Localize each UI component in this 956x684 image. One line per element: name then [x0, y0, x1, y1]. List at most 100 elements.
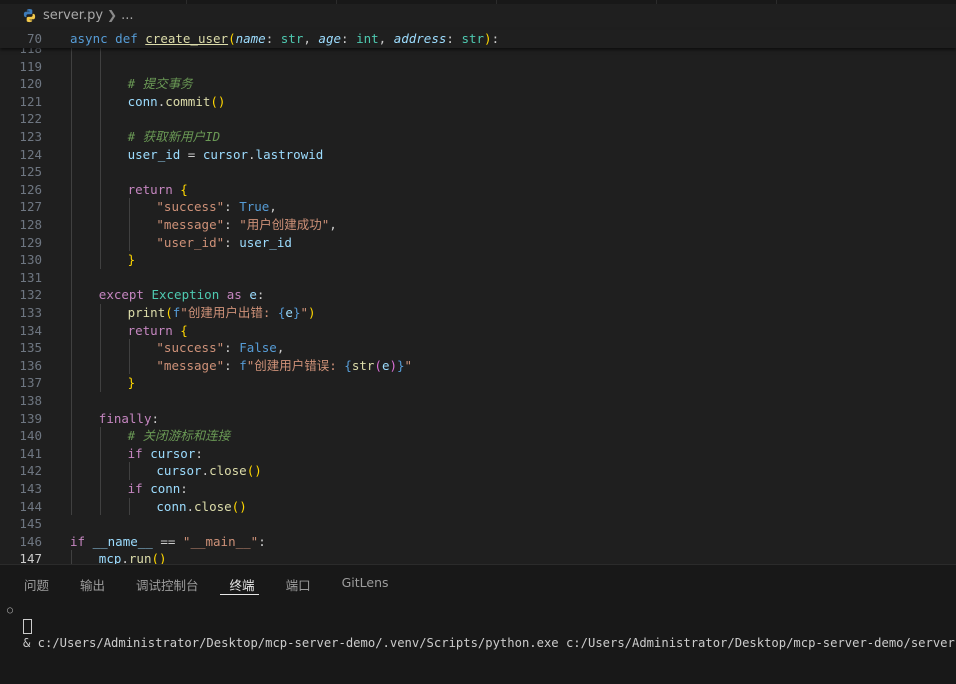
chevron-right-icon: ❯	[107, 8, 118, 22]
line-number: 145	[19, 516, 42, 532]
indent-guide	[99, 128, 101, 146]
code-line[interactable]: 129 "user_id": user_id	[0, 233, 956, 252]
code-text: if conn:	[127, 481, 188, 496]
indent-guide	[128, 339, 130, 357]
indent-guide	[71, 163, 72, 181]
code-line[interactable]: 121 conn.commit()	[0, 92, 956, 111]
panel-tab[interactable]: 终端	[219, 573, 259, 595]
line-number: 129	[19, 234, 42, 250]
indent-guide	[71, 110, 72, 128]
indent-guide	[71, 550, 72, 564]
line-number: 134	[19, 322, 42, 338]
panel-tab[interactable]: 问题	[14, 573, 53, 595]
indent-guide	[71, 444, 72, 463]
code-editor[interactable]: 118cursor.execute(insert_sql, (name, age…	[0, 40, 956, 564]
code-line[interactable]: 124 user_id = cursor.lastrowid	[0, 145, 956, 164]
code-text: conn.commit()	[127, 93, 226, 109]
code-line[interactable]: 128 "message": "用户创建成功",	[0, 216, 956, 234]
code-line[interactable]: 122	[0, 110, 956, 128]
indent-guide	[99, 374, 101, 392]
code-line[interactable]: 139 finally:	[0, 409, 956, 428]
panel-tab[interactable]: 端口	[276, 573, 315, 595]
line-number: 138	[19, 393, 42, 408]
indent-guide	[99, 304, 101, 322]
code-line[interactable]: 131	[0, 268, 956, 287]
code-text: cursor.close()	[156, 463, 262, 479]
breadcrumb-file[interactable]: server.py	[43, 8, 103, 23]
indent-guide	[99, 497, 101, 516]
line-number: 136	[19, 357, 42, 373]
line-number: 130	[19, 252, 42, 268]
indent-guide	[71, 198, 72, 216]
line-number: 141	[19, 445, 42, 461]
code-line[interactable]: 137}	[0, 374, 956, 392]
code-line[interactable]: 140 # 关闭游标和连接	[0, 427, 956, 445]
code-line[interactable]: 126 return {	[0, 180, 956, 199]
indent-guide	[71, 233, 72, 252]
code-line[interactable]: 136 "message": f"创建用户错误: {str(e)}"	[0, 356, 956, 375]
indent-guide	[128, 497, 130, 516]
code-line[interactable]: 147 mcp.run()	[0, 550, 956, 564]
code-line[interactable]: 145	[0, 515, 956, 533]
indent-guide	[99, 216, 101, 234]
indent-guide	[99, 427, 101, 445]
code-line[interactable]: 132 except Exception as e:	[0, 286, 956, 304]
line-number: 124	[19, 146, 42, 162]
panel-tab[interactable]: GitLens	[332, 573, 393, 595]
code-line[interactable]: 144 conn.close()	[0, 497, 956, 516]
code-text: "user_id": user_id	[156, 234, 292, 250]
indent-guide	[99, 251, 101, 269]
indent-guide	[99, 233, 101, 252]
code-text: "success": False,	[156, 340, 285, 356]
indent-guide	[71, 128, 72, 146]
code-line[interactable]: 119	[0, 57, 956, 76]
code-line[interactable]: 120 # 提交事务	[0, 75, 956, 93]
line-number: 143	[19, 481, 42, 496]
code-line[interactable]: 134 return {	[0, 321, 956, 340]
sticky-scroll-header[interactable]: 70 async def create_user(name: str, age:…	[0, 30, 956, 48]
indent-guide	[128, 216, 130, 234]
code-line[interactable]: 123 # 获取新用户ID	[0, 128, 956, 146]
code-line[interactable]: 127 "success": True,	[0, 198, 956, 216]
line-number: 137	[19, 375, 42, 391]
code-text: if cursor:	[127, 445, 203, 461]
line-number: 121	[19, 93, 42, 109]
indent-guide	[71, 427, 72, 445]
code-text: # 获取新用户ID	[127, 129, 221, 144]
indent-guide	[128, 462, 130, 480]
code-line[interactable]: 146 if __name__ == "__main__":	[0, 533, 956, 551]
line-number: 147	[19, 551, 42, 564]
indent-guide	[71, 321, 72, 340]
code-line[interactable]: 135 "success": False,	[0, 339, 956, 357]
code-line[interactable]: 138	[0, 392, 956, 410]
indent-guide	[99, 444, 101, 463]
code-text: return {	[127, 181, 188, 197]
code-line[interactable]: 142 cursor.close()	[0, 462, 956, 480]
panel-tab[interactable]: 调试控制台	[126, 573, 203, 595]
indent-guide	[71, 145, 72, 164]
command-status-icon[interactable]: ○	[7, 602, 13, 619]
code-line[interactable]: 130}	[0, 251, 956, 269]
sticky-code: async def create_user(name: str, age: in…	[70, 31, 500, 46]
code-line[interactable]: 133 print(f"创建用户出错: {e}")	[0, 304, 956, 322]
indent-guide	[71, 216, 72, 234]
indent-guide	[99, 110, 101, 128]
code-text: if __name__ == "__main__":	[70, 533, 266, 549]
code-text: }	[127, 252, 136, 268]
line-number: 142	[19, 463, 42, 479]
line-number: 127	[19, 199, 42, 215]
code-line[interactable]: 141 if cursor:	[0, 444, 956, 463]
indent-guide	[99, 198, 101, 216]
code-text: user_id = cursor.lastrowid	[127, 146, 324, 162]
panel-tab[interactable]: 输出	[70, 573, 109, 595]
code-line[interactable]: 143 if conn:	[0, 480, 956, 498]
indent-guide	[99, 57, 101, 76]
code-line[interactable]: 125	[0, 163, 956, 181]
line-number: 146	[19, 533, 42, 549]
breadcrumb-symbols[interactable]: ...	[121, 8, 133, 23]
indent-guide	[71, 409, 72, 428]
line-number: 126	[19, 181, 42, 197]
line-number: 128	[19, 217, 42, 232]
indent-guide	[71, 251, 72, 269]
indent-guide	[71, 180, 72, 199]
